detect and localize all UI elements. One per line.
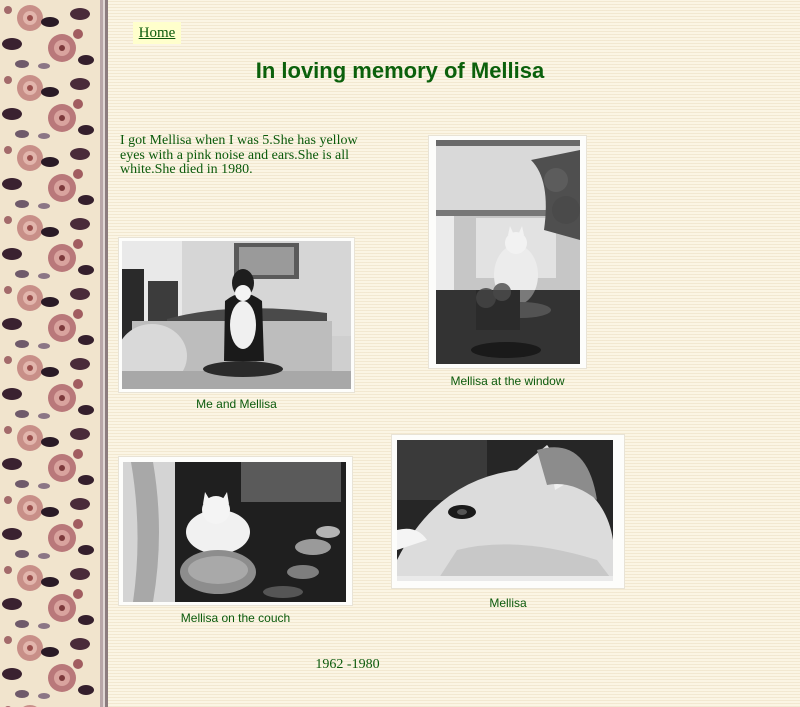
photo-mellisa-at-window [429, 136, 586, 368]
photo-mellisa-at-window-image [436, 140, 580, 364]
photo-mellisa-on-couch [119, 457, 352, 605]
photo-me-and-mellisa-image [122, 241, 351, 389]
page-title: In loving memory of Mellisa [255, 58, 545, 83]
caption-mellisa-at-window: Mellisa at the window [450, 374, 565, 388]
caption-mellisa-on-couch: Mellisa on the couch [180, 611, 291, 625]
photo-mellisa-on-couch-image [123, 462, 346, 602]
floral-border [0, 0, 108, 707]
years-text: 1962 -1980 [315, 657, 380, 672]
home-link[interactable]: Home [133, 22, 181, 44]
floral-border-pattern [0, 0, 108, 707]
photo-me-and-mellisa [119, 238, 354, 392]
photo-mellisa-closeup [392, 435, 624, 588]
intro-paragraph: I got Mellisa when I was 5.She has yello… [120, 133, 358, 177]
caption-me-and-mellisa: Me and Mellisa [196, 397, 277, 411]
photo-mellisa-closeup-image [397, 440, 613, 581]
caption-mellisa: Mellisa [489, 596, 527, 610]
